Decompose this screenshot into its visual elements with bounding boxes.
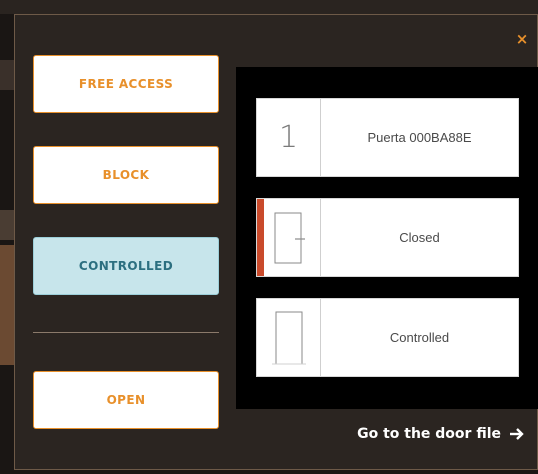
door-number-cell: 1	[257, 99, 321, 176]
door-name-label: Puerta 000BA88E	[367, 130, 472, 145]
free-access-button[interactable]: FREE ACCESS	[33, 55, 219, 113]
door-mode-card: Controlled	[256, 298, 519, 377]
door-mode-label: Controlled	[389, 330, 450, 345]
controlled-button[interactable]: CONTROLLED	[33, 237, 219, 295]
background-strip	[0, 60, 14, 90]
door-number: 1	[278, 120, 299, 155]
door-state-label: Closed	[399, 230, 440, 245]
arrow-right-icon	[510, 428, 524, 440]
open-button[interactable]: OPEN	[33, 371, 219, 429]
door-name-card: 1 Puerta 000BA88E	[256, 98, 519, 177]
block-button[interactable]: BLOCK	[33, 146, 219, 204]
divider	[33, 332, 219, 333]
background-app-header	[0, 0, 538, 14]
door-state-icon-cell	[257, 199, 321, 276]
door-state-card: Closed	[256, 198, 519, 277]
background-strip	[0, 245, 14, 365]
door-mode-icon-cell	[257, 299, 321, 376]
close-icon[interactable]: ×	[512, 29, 532, 49]
go-to-door-file-label: Go to the door file	[357, 426, 501, 442]
background-strip	[0, 210, 14, 240]
door-status-panel: 1 Puerta 000BA88E Closed Controlled	[236, 67, 538, 409]
door-closed-icon	[274, 212, 305, 263]
go-to-door-file-link[interactable]: Go to the door file	[357, 423, 525, 445]
door-controlled-icon	[271, 311, 306, 364]
door-control-modal: × FREE ACCESS BLOCK CONTROLLED OPEN 1 Pu…	[14, 14, 538, 470]
